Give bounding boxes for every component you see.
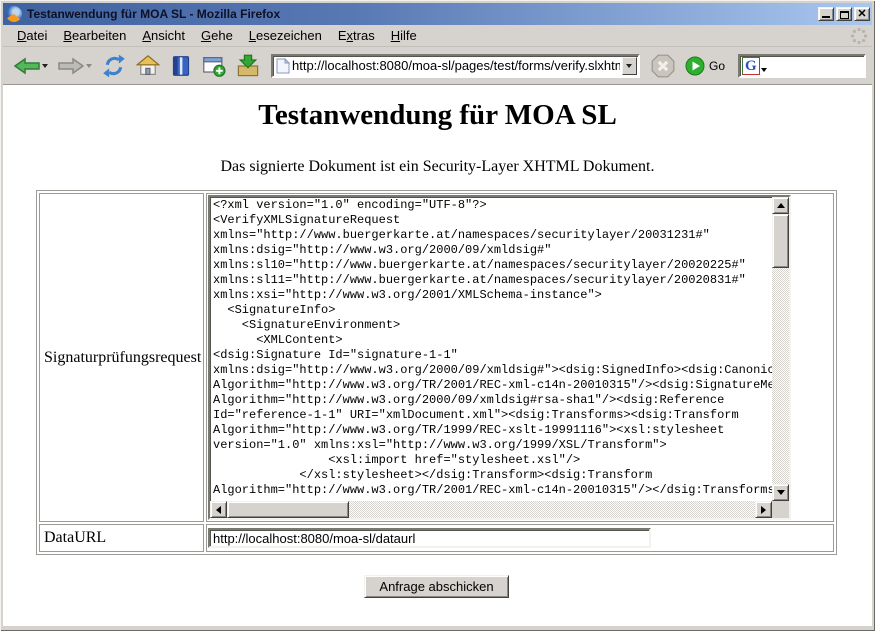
signature-request-label: Signaturprüfungsrequest [39, 193, 204, 522]
scrollbar-corner [772, 501, 789, 518]
window-controls: ✕ [818, 7, 870, 21]
url-bar[interactable] [271, 54, 640, 78]
stop-button[interactable] [648, 51, 678, 81]
table-row: Signaturprüfungsrequest <?xml version="1… [39, 193, 834, 522]
menu-ansicht[interactable]: Ansicht [134, 26, 193, 45]
search-input[interactable] [767, 58, 862, 74]
firefox-window: Testanwendung für MOA SL - Mozilla Firef… [0, 0, 875, 631]
maximize-icon [840, 11, 849, 19]
verify-form-table: Signaturprüfungsrequest <?xml version="1… [36, 190, 837, 555]
page-subtitle: Das signierte Dokument ist ein Security-… [3, 158, 872, 176]
close-icon: ✕ [857, 8, 866, 20]
new-window-icon [202, 54, 226, 78]
throbber-icon [850, 27, 868, 45]
horizontal-scroll-thumb[interactable] [227, 501, 349, 518]
home-icon [136, 54, 160, 78]
signature-request-xml: <?xml version="1.0" encoding="UTF-8"?> <… [210, 197, 772, 501]
back-dropdown-icon[interactable] [42, 64, 48, 68]
menu-extras[interactable]: Extras [330, 26, 383, 45]
back-icon [14, 57, 40, 75]
search-bar[interactable]: G [738, 54, 866, 78]
reload-button[interactable] [99, 51, 129, 81]
google-icon: G [742, 57, 760, 75]
downloads-button[interactable] [233, 51, 263, 81]
page-title: Testanwendung für MOA SL [3, 99, 872, 132]
arrow-right-icon [761, 506, 766, 514]
menu-bearbeiten[interactable]: Bearbeiten [55, 26, 134, 45]
firefox-logo-icon [6, 6, 22, 22]
horizontal-scrollbar[interactable] [210, 501, 772, 518]
url-input[interactable] [290, 57, 622, 75]
page-content: Testanwendung für MOA SL Das signierte D… [3, 85, 872, 626]
vertical-scrollbar[interactable] [772, 197, 789, 501]
bookmarks-button[interactable] [167, 51, 195, 81]
stop-icon [651, 54, 675, 78]
verify-form: Signaturprüfungsrequest <?xml version="1… [36, 190, 837, 555]
dataurl-input[interactable] [208, 528, 651, 548]
maximize-button[interactable] [836, 7, 852, 21]
minimize-icon [822, 16, 830, 18]
menu-gehe[interactable]: Gehe [193, 26, 241, 45]
signature-request-textarea[interactable]: <?xml version="1.0" encoding="UTF-8"?> <… [208, 195, 791, 520]
arrow-up-icon [777, 203, 785, 208]
url-dropdown-button[interactable] [622, 57, 637, 75]
vertical-scroll-thumb[interactable] [772, 214, 789, 268]
chevron-down-icon [626, 64, 632, 68]
forward-button[interactable] [55, 54, 95, 78]
title-bar[interactable]: Testanwendung für MOA SL - Mozilla Firef… [3, 3, 872, 25]
reload-icon [102, 54, 126, 78]
back-button[interactable] [11, 54, 51, 78]
scroll-down-button[interactable] [772, 484, 789, 501]
arrow-down-icon [777, 490, 785, 495]
scroll-right-button[interactable] [755, 501, 772, 518]
table-row: DataURL [39, 524, 834, 552]
menu-lesezeichen[interactable]: Lesezeichen [241, 26, 330, 45]
navigation-toolbar: Go G [3, 47, 872, 85]
scroll-up-button[interactable] [772, 197, 789, 214]
arrow-left-icon [216, 506, 221, 514]
dataurl-label: DataURL [39, 524, 204, 552]
go-icon [685, 56, 705, 76]
home-button[interactable] [133, 51, 163, 81]
forward-icon [58, 57, 84, 75]
menu-hilfe[interactable]: Hilfe [383, 26, 425, 45]
menu-datei[interactable]: Datei [9, 26, 55, 45]
downloads-icon [236, 54, 260, 78]
window-title: Testanwendung für MOA SL - Mozilla Firef… [27, 7, 818, 21]
menu-bar: Datei Bearbeiten Ansicht Gehe Lesezeiche… [3, 25, 872, 47]
bookmark-icon [170, 54, 192, 78]
page-icon [276, 58, 290, 74]
go-button[interactable]: Go [682, 53, 730, 79]
minimize-button[interactable] [818, 7, 834, 21]
forward-dropdown-icon[interactable] [86, 64, 92, 68]
go-label: Go [709, 59, 725, 73]
scroll-left-button[interactable] [210, 501, 227, 518]
close-button[interactable]: ✕ [854, 7, 870, 21]
submit-button[interactable]: Anfrage abschicken [364, 575, 508, 598]
submit-row: Anfrage abschicken [36, 575, 837, 598]
new-window-button[interactable] [199, 51, 229, 81]
